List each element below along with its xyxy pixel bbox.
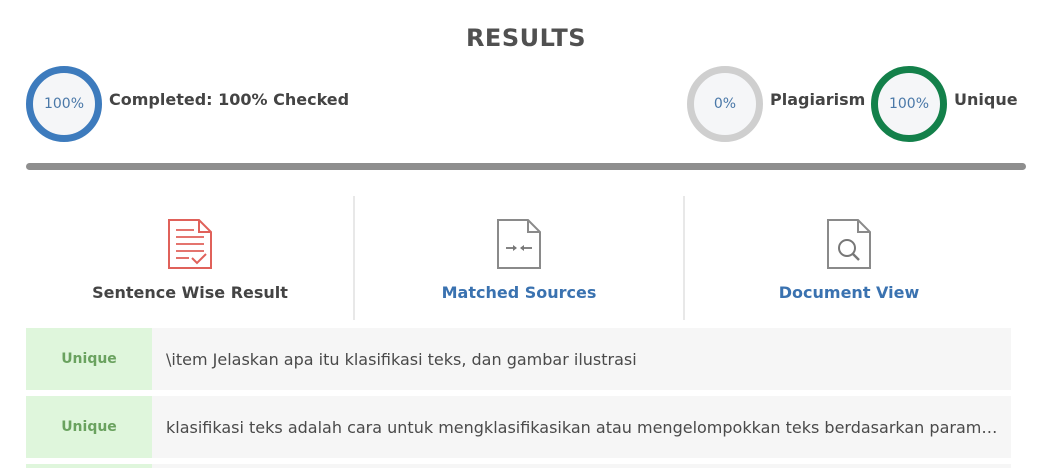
document-compare-icon — [496, 218, 542, 274]
tab-sentence-wise-result[interactable]: Sentence Wise Result — [26, 196, 354, 320]
tab-document-view[interactable]: Document View — [685, 196, 1013, 320]
unique-ring-value: 100% — [888, 96, 930, 112]
status-badge: Unique — [26, 396, 152, 458]
status-badge — [26, 464, 152, 468]
page-title: RESULTS — [465, 24, 587, 52]
completed-label: Completed: 100% Checked — [109, 90, 350, 109]
unique-label: Unique — [954, 90, 1018, 109]
completed-ring-value: 100% — [43, 96, 85, 112]
result-row — [26, 464, 1011, 468]
sentence-text: klasifikasi teks adalah cara untuk mengk… — [166, 417, 1007, 437]
completed-progress-ring: 100% — [26, 66, 102, 142]
plagiarism-label: Plagiarism — [770, 90, 866, 109]
result-row[interactable]: Unique \item Jelaskan apa itu klasifikas… — [26, 328, 1011, 390]
plagiarism-ring-value: 0% — [713, 96, 737, 112]
document-checked-icon — [167, 218, 213, 274]
tab-label: Document View — [778, 283, 920, 302]
status-badge: Unique — [26, 328, 152, 390]
result-row[interactable]: Unique klasifikasi teks adalah cara untu… — [26, 396, 1011, 458]
check-progress-bar — [26, 163, 1026, 170]
document-search-icon — [826, 218, 872, 274]
sentence-text: \item Jelaskan apa itu klasifikasi teks,… — [166, 349, 637, 369]
tab-label: Sentence Wise Result — [92, 283, 288, 302]
tab-matched-sources[interactable]: Matched Sources — [355, 196, 683, 320]
plagiarism-ring: 0% — [687, 66, 763, 142]
unique-ring: 100% — [871, 66, 947, 142]
tab-label: Matched Sources — [441, 283, 597, 302]
